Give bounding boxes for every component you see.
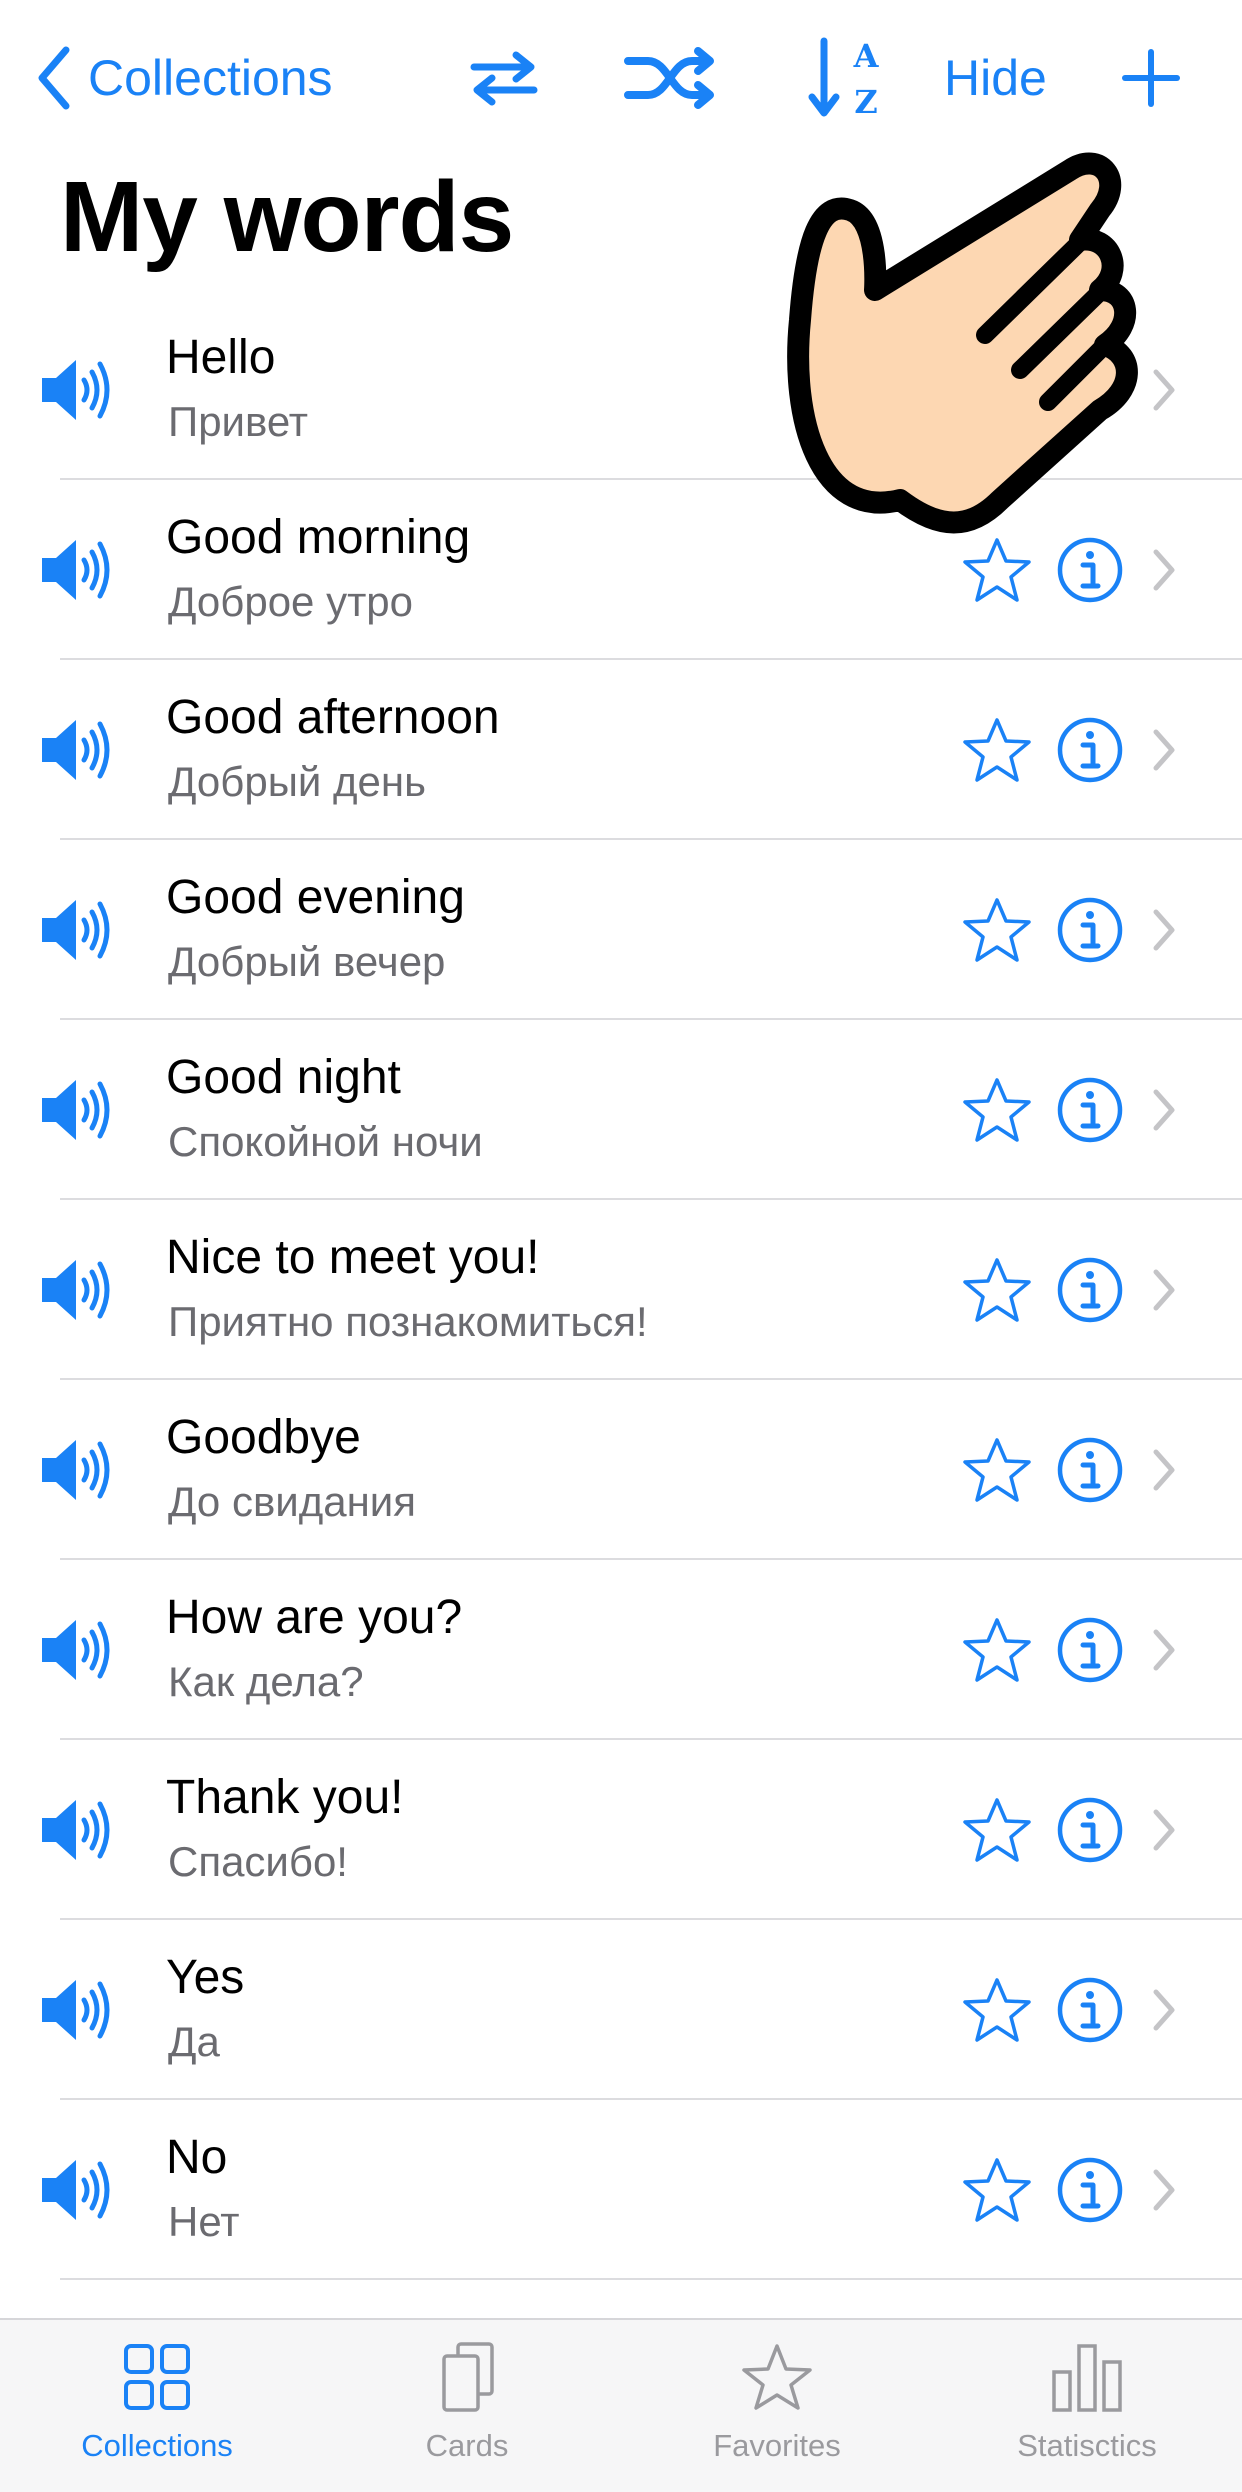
word-text: Yes (166, 1951, 245, 2004)
chevron-right-icon (1153, 1629, 1175, 1671)
chevron-right-icon (1153, 909, 1175, 951)
translation-text: Нет (168, 2198, 240, 2245)
cards-icon (442, 2342, 494, 2412)
back-button[interactable]: Collections (34, 40, 333, 115)
speaker-icon[interactable] (38, 1612, 114, 1688)
translation-text: Привет (168, 398, 309, 445)
chevron-right-icon (1153, 2169, 1175, 2211)
bar-chart-icon (1052, 2344, 1122, 2412)
svg-text:A: A (853, 37, 880, 75)
hide-button[interactable]: Hide (944, 40, 1047, 115)
word-text: Goodbye (166, 1411, 361, 1464)
word-row[interactable]: Thank you! Спасибо! (0, 1740, 1242, 1920)
star-icon[interactable] (962, 1256, 1032, 1324)
translation-text: Добрый день (168, 758, 426, 805)
info-icon[interactable] (1056, 1976, 1124, 2044)
translation-text: Добрый вечер (168, 938, 446, 985)
word-text: Good night (166, 1051, 401, 1104)
word-text: Hello (166, 331, 276, 384)
translation-text: Доброе утро (168, 578, 414, 625)
word-row[interactable]: Nice to meet you! Приятно познакомиться! (0, 1200, 1242, 1380)
sort-az-icon: A Z (808, 37, 880, 121)
word-row[interactable]: No Нет (0, 2100, 1242, 2280)
tab-statistics[interactable]: Statisctics (932, 2320, 1242, 2492)
info-icon[interactable] (1056, 1616, 1124, 1684)
sort-az-button[interactable]: A Z (806, 37, 886, 121)
word-text: Thank you! (166, 1771, 404, 1824)
word-text: Good evening (166, 871, 465, 924)
swap-button[interactable] (468, 38, 540, 118)
star-icon[interactable] (962, 716, 1032, 784)
word-text: Good morning (166, 511, 471, 564)
tab-label: Collections (81, 2428, 233, 2463)
info-icon[interactable] (1056, 2156, 1124, 2224)
tab-cards[interactable]: Cards (312, 2320, 622, 2492)
back-button-label: Collections (88, 49, 333, 106)
speaker-icon[interactable] (38, 1072, 114, 1148)
chevron-left-icon (38, 46, 70, 109)
speaker-icon[interactable] (38, 892, 114, 968)
translation-text: Как дела? (168, 1658, 364, 1705)
speaker-icon[interactable] (38, 532, 114, 608)
word-text: How are you? (166, 1591, 463, 1644)
page-title: My words (60, 161, 514, 273)
word-row[interactable]: Yes Да (0, 1920, 1242, 2100)
tab-collections[interactable]: Collections (2, 2320, 312, 2492)
tab-label: Statisctics (1017, 2428, 1157, 2463)
speaker-icon[interactable] (38, 1972, 114, 2048)
translation-text: Спасибо! (168, 1838, 348, 1885)
info-icon[interactable] (1056, 1436, 1124, 1504)
star-icon[interactable] (962, 1616, 1032, 1684)
tab-label: Cards (425, 2428, 509, 2463)
plus-icon (1122, 49, 1180, 107)
chevron-right-icon (1153, 729, 1175, 771)
speaker-icon[interactable] (38, 1252, 114, 1328)
word-text: No (166, 2131, 228, 2184)
star-icon (742, 2344, 812, 2410)
translation-text: До свидания (168, 1478, 416, 1525)
star-icon[interactable] (962, 1796, 1032, 1864)
speaker-icon[interactable] (38, 1792, 114, 1868)
word-row[interactable]: Good afternoon Добрый день (0, 660, 1242, 840)
shuffle-icon (624, 47, 714, 109)
row-separator (60, 2278, 1242, 2280)
add-button[interactable] (1116, 38, 1186, 118)
info-icon[interactable] (1056, 716, 1124, 784)
pointing-hand-icon (787, 152, 1138, 534)
word-row[interactable]: Good evening Добрый вечер (0, 840, 1242, 1020)
chevron-right-icon (1153, 1449, 1175, 1491)
star-icon[interactable] (962, 896, 1032, 964)
translation-text: Да (168, 2018, 220, 2065)
word-text: Nice to meet you! (166, 1231, 540, 1284)
svg-text:Z: Z (854, 83, 877, 121)
shuffle-button[interactable] (624, 38, 718, 118)
info-icon[interactable] (1056, 1256, 1124, 1324)
star-icon[interactable] (962, 1976, 1032, 2044)
speaker-icon[interactable] (38, 712, 114, 788)
star-icon[interactable] (962, 1436, 1032, 1504)
tab-label: Favorites (713, 2428, 841, 2463)
speaker-icon[interactable] (38, 1432, 114, 1508)
chevron-right-icon (1153, 1809, 1175, 1851)
info-icon[interactable] (1056, 896, 1124, 964)
tab-favorites[interactable]: Favorites (622, 2320, 932, 2492)
speaker-icon[interactable] (38, 352, 114, 428)
star-icon[interactable] (962, 2156, 1032, 2224)
translation-text: Спокойной ночи (168, 1118, 483, 1165)
swap-arrows-icon (470, 51, 538, 106)
word-row[interactable]: Good night Спокойной ночи (0, 1020, 1242, 1200)
speaker-icon[interactable] (38, 2152, 114, 2228)
chevron-right-icon (1153, 1269, 1175, 1311)
translation-text: Приятно познакомиться! (168, 1298, 648, 1345)
star-icon[interactable] (962, 1076, 1032, 1144)
word-row[interactable]: Goodbye До свидания (0, 1380, 1242, 1560)
word-text: Good afternoon (166, 691, 500, 744)
info-icon[interactable] (1056, 1076, 1124, 1144)
tab-bar: Collections Cards Favorites Statisctics (0, 2318, 1242, 2492)
chevron-right-icon (1153, 1089, 1175, 1131)
word-row[interactable]: How are you? Как дела? (0, 1560, 1242, 1740)
grid-icon (124, 2344, 190, 2410)
info-icon[interactable] (1056, 1796, 1124, 1864)
chevron-right-icon (1153, 1989, 1175, 2031)
